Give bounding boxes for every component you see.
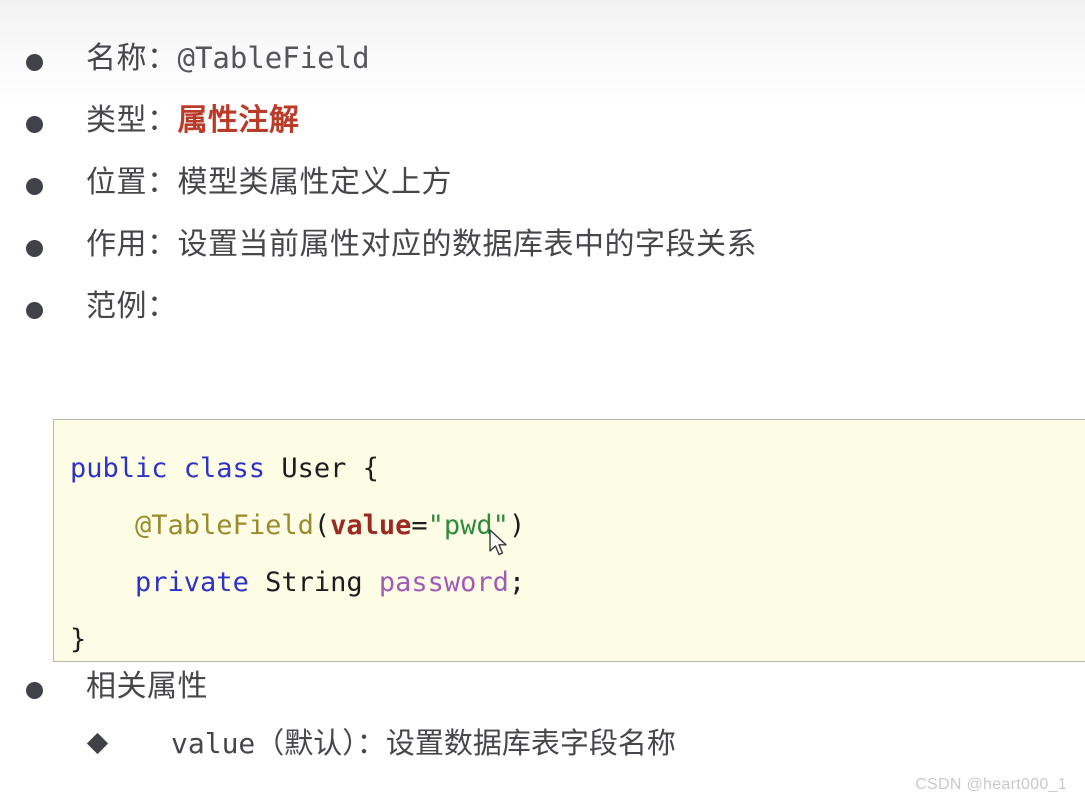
code-token: ) bbox=[508, 510, 526, 541]
bullet-dot-icon bbox=[26, 681, 43, 699]
code-token: private bbox=[135, 567, 249, 598]
code-token: User bbox=[281, 453, 347, 484]
bullet-item-type: 类型：属性注解 bbox=[0, 106, 1085, 136]
bullet-dot-icon bbox=[26, 115, 43, 133]
code-line: public class User { bbox=[70, 440, 1085, 497]
code-token: String bbox=[248, 567, 379, 598]
code-line: } bbox=[70, 611, 1085, 661]
code-token: } bbox=[70, 624, 87, 655]
bullet-item-example: 范例： bbox=[0, 292, 1085, 322]
bullet-dot-icon bbox=[26, 239, 43, 257]
bullet-label-type: 类型： bbox=[86, 104, 178, 137]
annotation-bullet-list: 名称：@TableField 类型：属性注解 位置：模型类属性定义上方 作用：设… bbox=[0, 44, 1085, 322]
code-token: "pwd" bbox=[427, 510, 509, 541]
bullet-label-name: 名称： bbox=[86, 42, 178, 75]
bullet-value-position: 模型类属性定义上方 bbox=[177, 166, 452, 199]
code-line: @TableField(value="pwd") bbox=[70, 497, 1085, 554]
sub-text-value: value（默认）：设置数据库表字段名称 bbox=[171, 730, 676, 759]
bullet-text-position: 位置：模型类属性定义上方 bbox=[86, 168, 452, 198]
bullet-label-position: 位置： bbox=[86, 166, 178, 199]
bullet-dot-icon bbox=[26, 301, 43, 319]
bullet-value-type: 属性注解 bbox=[177, 104, 300, 137]
code-token: ; bbox=[508, 567, 526, 598]
code-token: public class bbox=[70, 453, 282, 484]
code-token: = bbox=[411, 510, 428, 541]
bullet-label-purpose: 作用： bbox=[86, 228, 178, 261]
bullet-item-name: 名称：@TableField bbox=[0, 44, 1085, 74]
bullet-text-type: 类型：属性注解 bbox=[86, 106, 300, 136]
bullet-label-example: 范例： bbox=[86, 290, 178, 323]
code-line: private String password; bbox=[70, 554, 1085, 611]
sub-item-qualifier: （默认）： bbox=[255, 728, 386, 760]
bullet-item-purpose: 作用：设置当前属性对应的数据库表中的字段关系 bbox=[0, 230, 1085, 260]
bullet-dot-icon bbox=[26, 53, 43, 71]
bullet-dot-icon bbox=[26, 177, 43, 195]
bullet-item-position: 位置：模型类属性定义上方 bbox=[0, 168, 1085, 198]
code-token: ( bbox=[313, 510, 331, 541]
bullet-text-name: 名称：@TableField bbox=[86, 44, 370, 74]
sub-item-description: 设置数据库表字段名称 bbox=[385, 728, 676, 760]
slide-canvas: 名称：@TableField 类型：属性注解 位置：模型类属性定义上方 作用：设… bbox=[0, 44, 1085, 804]
code-block[interactable]: public class User { @TableField(value="p… bbox=[53, 419, 1085, 662]
code-token: password bbox=[378, 567, 509, 598]
related-properties-section: 相关属性 value（默认）：设置数据库表字段名称 bbox=[0, 672, 1085, 759]
sub-item-value: value（默认）：设置数据库表字段名称 bbox=[0, 730, 1085, 759]
bullet-text-purpose: 作用：设置当前属性对应的数据库表中的字段关系 bbox=[86, 230, 757, 260]
sub-item-name: value bbox=[171, 727, 256, 760]
bullet-item-related: 相关属性 bbox=[0, 672, 1085, 702]
related-heading: 相关属性 bbox=[86, 670, 208, 703]
code-token: value bbox=[330, 510, 412, 541]
code-token: @TableField bbox=[135, 510, 314, 541]
bullet-text-example: 范例： bbox=[86, 292, 178, 322]
bullet-value-purpose: 设置当前属性对应的数据库表中的字段关系 bbox=[177, 228, 757, 261]
code-token: { bbox=[346, 453, 379, 484]
bullet-value-name: @TableField bbox=[177, 41, 370, 75]
watermark: CSDN @heart000_1 bbox=[915, 776, 1067, 793]
bullet-diamond-icon bbox=[86, 733, 109, 755]
